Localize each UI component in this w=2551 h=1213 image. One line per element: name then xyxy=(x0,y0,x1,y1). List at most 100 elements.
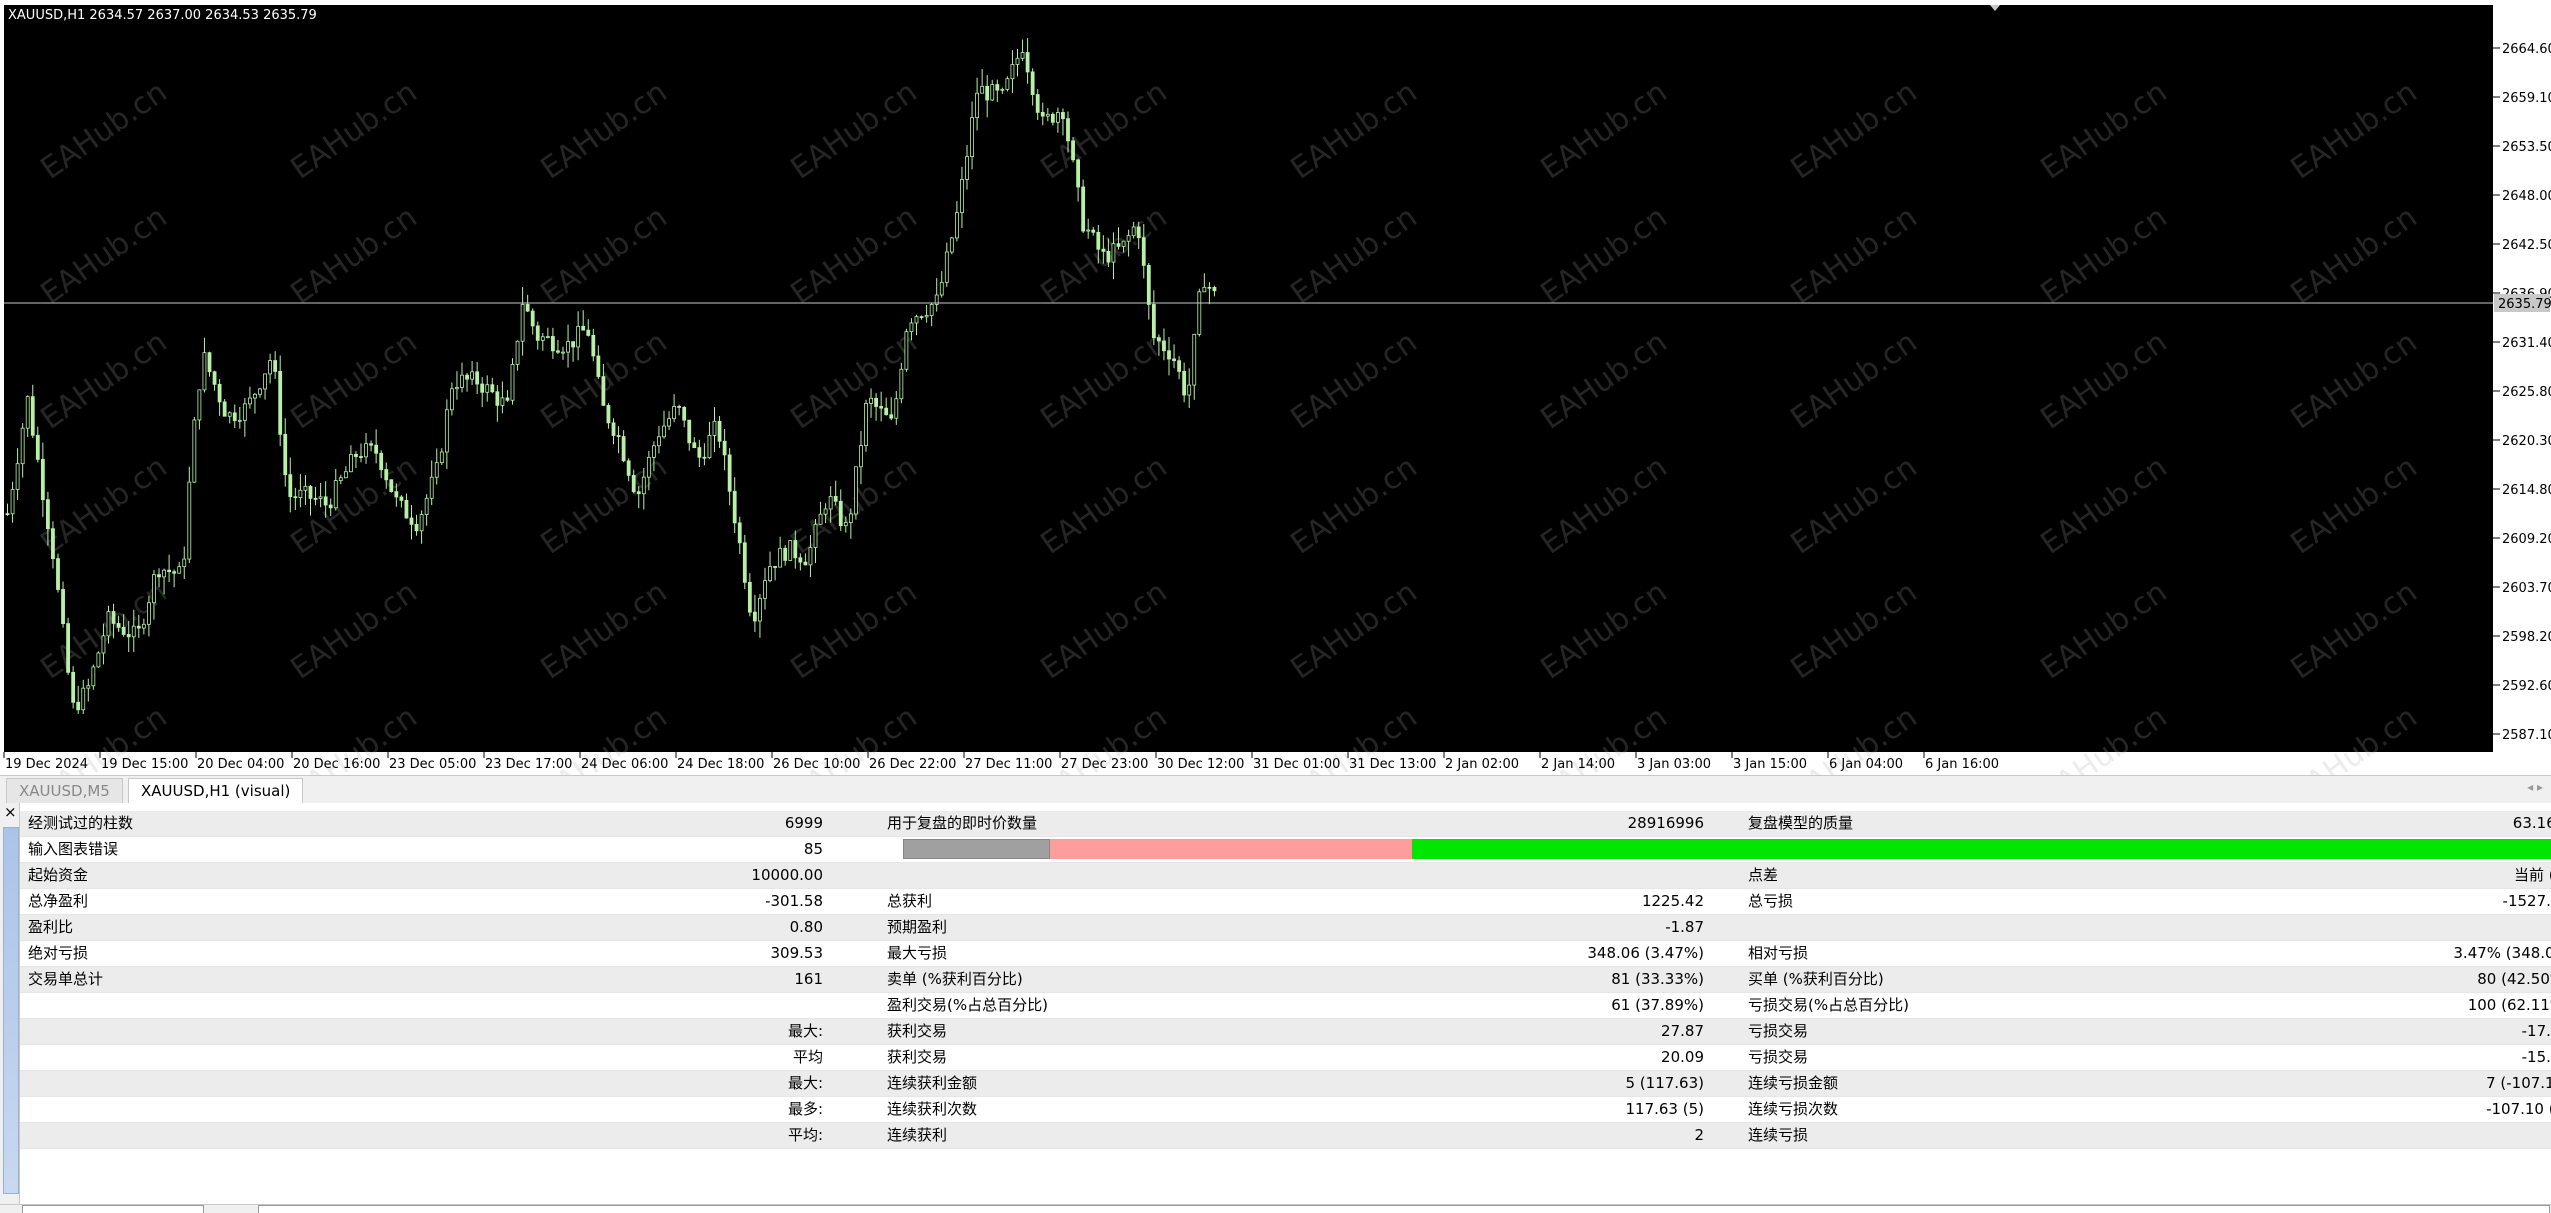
quality-bar-red xyxy=(1050,839,1412,859)
candle-body xyxy=(1056,112,1060,123)
candle-body xyxy=(81,687,86,711)
candle-body xyxy=(232,412,237,422)
candle-body xyxy=(768,566,772,582)
candle-body xyxy=(1126,235,1131,242)
candle-body xyxy=(732,490,737,524)
candle-body xyxy=(545,336,550,338)
candle-body xyxy=(136,625,141,629)
report-cell-v3: -107.10 (7) xyxy=(2486,1100,2551,1118)
candle-body xyxy=(237,419,242,422)
price-label: 2642.50 xyxy=(2502,238,2551,253)
candle-body xyxy=(1010,64,1015,80)
price-label: 2598.20 xyxy=(2502,630,2551,645)
candle-body xyxy=(384,469,389,481)
candle-body xyxy=(692,442,697,449)
candle-body xyxy=(793,540,798,559)
candle-body xyxy=(525,303,530,312)
candle-body xyxy=(111,611,116,624)
report-cell-v1 xyxy=(320,993,823,1018)
candle-body xyxy=(788,540,793,561)
tab-scroll-arrows-icon[interactable]: ◂ ▸ xyxy=(2527,780,2543,794)
candle-body xyxy=(419,514,424,532)
candle-body xyxy=(500,397,505,406)
candle-body xyxy=(808,547,813,566)
report-cell-c1: 交易单总计 xyxy=(28,970,104,988)
candle-body xyxy=(646,456,651,478)
candle-body xyxy=(1086,229,1091,232)
candle-body xyxy=(56,558,60,590)
report-cell-c1: 盈利比 xyxy=(28,918,74,936)
price-chart[interactable]: EAHub.cn EAHub.cn EAHub.cn EAHub.cn EAHub.cn… xyxy=(0,0,2551,775)
time-label: 3 Jan 15:00 xyxy=(1733,757,1807,772)
candle-body xyxy=(1151,304,1156,339)
candle-body xyxy=(990,84,995,101)
close-icon[interactable]: × xyxy=(4,803,17,821)
candle-body xyxy=(66,623,70,673)
report-cell-c2 xyxy=(887,863,1287,888)
candle-body xyxy=(273,360,278,372)
report-cell-v3: -1527.00 xyxy=(2502,892,2551,910)
candle-body xyxy=(970,117,974,158)
candle-body xyxy=(197,389,202,421)
candle-body xyxy=(742,542,747,583)
time-label: 19 Dec 2024 xyxy=(5,757,88,772)
report-cell-v2: 2 xyxy=(1694,1126,1704,1144)
price-label: 2592.60 xyxy=(2502,679,2551,694)
candle-body xyxy=(389,479,394,492)
candle-body xyxy=(1202,286,1207,293)
candle-body xyxy=(667,418,671,427)
candle-body xyxy=(1096,231,1101,250)
report-cell-v1: 309.53 xyxy=(770,944,824,962)
tab-xauusd-h1-visual[interactable]: XAUUSD,H1 (visual) xyxy=(128,778,304,803)
candle-body xyxy=(919,316,924,319)
candle-body xyxy=(1045,113,1050,117)
chart-header: XAUUSD,H1 2634.57 2637.00 2634.53 2635.7… xyxy=(8,8,317,23)
candle-body xyxy=(601,376,606,406)
candle-body xyxy=(652,445,656,458)
candle-body xyxy=(475,371,480,385)
candle-body xyxy=(778,547,783,568)
tester-report-panel: × 经测试过的柱数 6999 用于复盘的即时价数量 28916996 复盘模型的质量 63… xyxy=(0,803,2551,1212)
candle-body xyxy=(187,481,192,560)
candle-body xyxy=(510,364,515,401)
report-row: 输入图表错误 85 xyxy=(20,837,2551,863)
candle-body xyxy=(662,425,666,438)
report-cell-c2: 总获利 xyxy=(887,892,933,910)
candle-body xyxy=(859,445,863,468)
candle-body xyxy=(707,435,712,459)
candle-body xyxy=(753,611,757,622)
report-row: 总净盈利-301.58总获利1225.42总亏损-1527.00 xyxy=(20,889,2551,915)
report-row: 平均:连续获利2连续亏损2 xyxy=(20,1123,2551,1149)
candle-body xyxy=(1157,337,1161,342)
tab-xauusd-m5[interactable]: XAUUSD,M5 xyxy=(6,778,123,803)
candle-body xyxy=(30,396,35,436)
report-cell-v1: 10000.00 xyxy=(751,866,823,884)
report-cell-c1 xyxy=(28,1045,328,1070)
report-cell-v3: 80 (42.50%) xyxy=(2477,970,2551,988)
chart-window[interactable]: EAHub.cn EAHub.cn EAHub.cn EAHub.cn EAHub.cn… xyxy=(0,0,2551,775)
candle-body xyxy=(303,485,308,491)
candle-body xyxy=(313,497,318,500)
candle-body xyxy=(318,496,323,499)
report-cell-v2: 27.87 xyxy=(1661,1022,1704,1040)
candle-body xyxy=(10,489,15,515)
time-label: 19 Dec 15:00 xyxy=(101,757,188,772)
report-cell-v1: 85 xyxy=(803,840,823,858)
candle-body xyxy=(803,561,808,566)
report-cell-v2: 28916996 xyxy=(1627,814,1704,832)
report-cell-c2: 连续获利金额 xyxy=(887,1074,978,1092)
candle-body xyxy=(20,427,25,465)
candle-body xyxy=(212,371,217,385)
candle-body xyxy=(606,405,611,424)
report-cell-c2: 用于复盘的即时价数量 xyxy=(887,814,1038,832)
candle-body xyxy=(924,315,929,318)
candle-body xyxy=(677,406,682,408)
price-label: 2620.30 xyxy=(2502,434,2551,449)
report-row: 最多:连续获利次数117.63 (5)连续亏损次数-107.10 (7) xyxy=(20,1097,2551,1123)
candle-body xyxy=(960,179,964,214)
candle-body xyxy=(980,85,985,94)
candle-body xyxy=(1111,243,1116,263)
report-cell-v3: 63.16% xyxy=(2512,814,2551,832)
candle-body xyxy=(146,602,151,625)
candle-body xyxy=(1076,159,1080,188)
